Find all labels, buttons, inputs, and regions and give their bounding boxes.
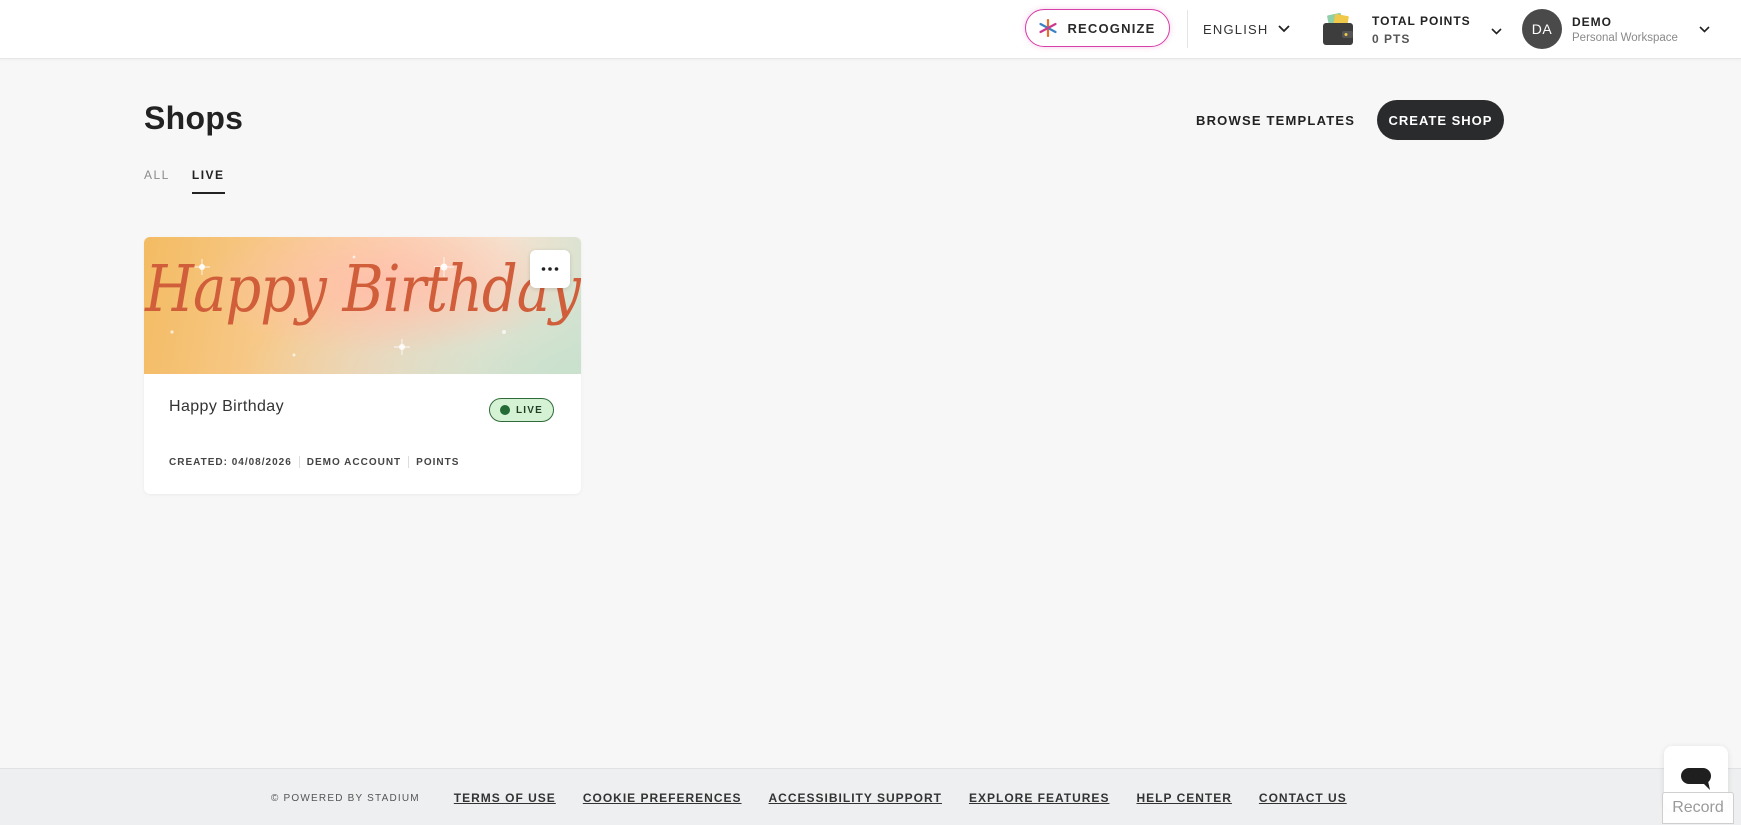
- shop-meta: CREATED: 04/08/2026 DEMO ACCOUNT POINTS: [169, 456, 459, 468]
- shop-card[interactable]: Happy Birthday Happy Birthday LIVE CREAT…: [144, 237, 581, 494]
- banner-script-text: Happy Birthday: [145, 252, 581, 327]
- recognize-button[interactable]: RECOGNIZE: [1025, 9, 1170, 47]
- shop-title: Happy Birthday: [169, 398, 284, 415]
- shop-currency: POINTS: [416, 456, 460, 468]
- meta-divider: [408, 456, 410, 468]
- user-workspace: Personal Workspace: [1572, 31, 1678, 44]
- language-label: ENGLISH: [1203, 21, 1269, 37]
- tab-all[interactable]: ALL: [144, 168, 170, 194]
- shop-account: DEMO ACCOUNT: [306, 456, 402, 468]
- tab-live[interactable]: LIVE: [191, 168, 225, 194]
- top-bar: RECOGNIZE ENGLISH TOTAL POINTS 0 PTS DA …: [0, 0, 1741, 59]
- shop-more-options-button[interactable]: [530, 250, 570, 288]
- language-select[interactable]: ENGLISH: [1203, 18, 1291, 40]
- shop-banner-image: Happy Birthday: [144, 237, 581, 374]
- footer-link-help[interactable]: HELP CENTER: [1136, 791, 1231, 805]
- chevron-down-icon: [1491, 27, 1502, 35]
- user-menu[interactable]: DA DEMO Personal Workspace: [1522, 9, 1710, 49]
- create-shop-button[interactable]: CREATE SHOP: [1377, 100, 1504, 140]
- footer-link-contact[interactable]: CONTACT US: [1259, 791, 1347, 805]
- total-points-dropdown[interactable]: TOTAL POINTS 0 PTS: [1320, 10, 1502, 50]
- wallet-icon: [1323, 12, 1353, 45]
- browse-templates-button[interactable]: BROWSE TEMPLATES: [1196, 110, 1355, 130]
- recognize-label: RECOGNIZE: [1067, 20, 1156, 36]
- page-title: Shops: [144, 100, 244, 136]
- asterisk-icon: [1039, 19, 1058, 37]
- footer-link-cookies[interactable]: COOKIE PREFERENCES: [583, 791, 742, 805]
- header-divider: [1187, 10, 1188, 48]
- powered-by-text: © POWERED BY STADIUM: [271, 792, 420, 804]
- record-button[interactable]: Record: [1662, 792, 1734, 824]
- chevron-down-icon: [1699, 25, 1710, 33]
- live-dot-icon: [499, 405, 510, 415]
- meta-divider: [298, 456, 300, 468]
- status-label: LIVE: [515, 404, 544, 416]
- footer-link-explore[interactable]: EXPLORE FEATURES: [969, 791, 1109, 805]
- shop-created-date: CREATED: 04/08/2026: [169, 456, 292, 468]
- chevron-down-icon: [1278, 25, 1291, 33]
- status-badge: LIVE: [489, 398, 554, 422]
- footer-link-terms[interactable]: TERMS OF USE: [454, 791, 556, 805]
- footer: © POWERED BY STADIUM TERMS OF USE COOKIE…: [0, 768, 1741, 825]
- user-name: DEMO: [1572, 14, 1612, 29]
- footer-link-accessibility[interactable]: ACCESSIBILITY SUPPORT: [769, 791, 942, 805]
- points-label: TOTAL POINTS: [1372, 14, 1471, 28]
- chat-bubble-icon: [1681, 768, 1711, 790]
- avatar: DA: [1522, 9, 1562, 49]
- points-value: 0 PTS: [1372, 32, 1411, 46]
- shop-filter-tabs: ALL LIVE: [144, 168, 225, 194]
- ellipsis-icon: [541, 267, 559, 271]
